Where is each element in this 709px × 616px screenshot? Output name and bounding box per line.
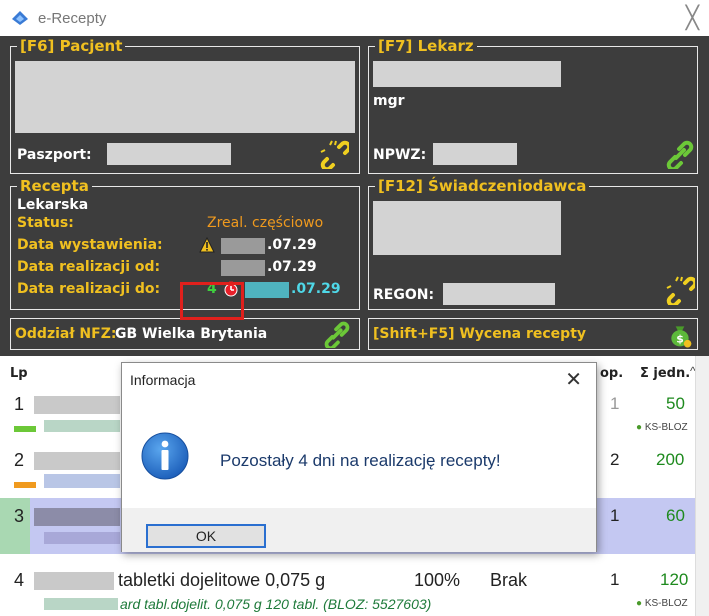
- drug-details: ard tabl.dojelit. 0,075 g 120 tabl. (BLO…: [120, 596, 432, 612]
- drug-form: tabletki dojelitowe 0,075 g: [118, 570, 326, 590]
- money-bag-icon[interactable]: $: [667, 322, 693, 348]
- row-lp: 3: [14, 506, 25, 526]
- provider-name-redacted: [373, 201, 561, 255]
- window-titlebar: e-Recepty ╳: [0, 0, 709, 36]
- prescription-legend: Recepta: [17, 177, 92, 195]
- info-dialog: Informacja ✕ Pozostały 4 dni na realizac…: [121, 362, 597, 552]
- link-chain-icon[interactable]: [665, 275, 695, 305]
- row-lp: 2: [14, 450, 25, 470]
- row-units: 200: [656, 450, 685, 469]
- dialog-close-button[interactable]: ✕: [565, 367, 582, 392]
- doctor-legend[interactable]: [F7] Lekarz: [375, 37, 477, 55]
- dialog-message: Pozostały 4 dni na realizację recepty!: [220, 451, 501, 470]
- nfz-branch-bar[interactable]: Oddział NFZ: GB Wielka Brytania: [10, 318, 360, 350]
- pill-icon: ●: [636, 598, 643, 609]
- drug-name-redacted: [34, 452, 120, 470]
- row-lp: 1: [14, 394, 25, 414]
- nfz-value: GB Wielka Brytania: [115, 326, 268, 342]
- valid-from-label: Data realizacji od:: [17, 259, 161, 275]
- dialog-title: Informacja: [130, 372, 196, 388]
- vertical-scrollbar[interactable]: [695, 356, 709, 616]
- drug-name-redacted: [34, 508, 120, 526]
- table-row[interactable]: 4 tabletki dojelitowe 0,075 g 100% Brak …: [0, 560, 695, 616]
- provider-legend[interactable]: [F12] Świadczeniodawca: [375, 177, 590, 195]
- row-units: 60: [666, 506, 685, 525]
- provider-panel[interactable]: [F12] Świadczeniodawca REGON:: [368, 177, 698, 310]
- window-close-button[interactable]: ╳: [686, 6, 699, 31]
- ok-button[interactable]: OK: [146, 524, 266, 548]
- column-header-op[interactable]: op.: [600, 366, 623, 381]
- column-header-lp[interactable]: Lp: [10, 366, 28, 381]
- pricing-label[interactable]: [Shift+F5] Wycena recepty: [373, 326, 586, 342]
- drug-details-redacted: [44, 420, 120, 432]
- issued-year-redacted: [221, 238, 265, 254]
- ks-bloz-tag: ● KS-BLOZ: [636, 598, 688, 609]
- status-strip: [14, 482, 36, 488]
- npwz-value-redacted: [433, 143, 517, 165]
- patient-legend[interactable]: [F6] Pacjent: [17, 37, 126, 55]
- pill-icon: ●: [636, 422, 643, 433]
- drug-details-redacted: [44, 598, 118, 610]
- window-title: e-Recepty: [38, 10, 107, 27]
- pricing-bar[interactable]: [Shift+F5] Wycena recepty $: [368, 318, 698, 350]
- patient-panel[interactable]: [F6] Pacjent Paszport:: [10, 37, 360, 174]
- refund-percent: 100%: [414, 570, 461, 590]
- row-op: 2: [610, 450, 620, 469]
- patient-name-redacted: [15, 61, 355, 133]
- row-lp: 4: [14, 570, 25, 590]
- doctor-title-prefix: mgr: [373, 93, 405, 109]
- svg-text:$: $: [676, 333, 684, 346]
- status-label: Status:: [17, 215, 74, 231]
- valid-from-value: .07.29: [267, 259, 317, 275]
- from-year-redacted: [221, 260, 265, 276]
- npwz-label: NPWZ:: [373, 147, 427, 163]
- availability-status: Brak: [490, 570, 528, 590]
- drug-details-redacted: [44, 532, 120, 544]
- information-icon: [141, 432, 189, 480]
- ks-bloz-tag: ● KS-BLOZ: [636, 422, 688, 433]
- doctor-panel[interactable]: [F7] Lekarz mgr NPWZ:: [368, 37, 698, 174]
- app-logo-icon: [12, 11, 28, 25]
- link-chain-icon[interactable]: [319, 139, 349, 169]
- row-op: 1: [610, 394, 620, 413]
- nfz-label: Oddział NFZ:: [15, 326, 117, 342]
- drug-details-redacted: [44, 474, 120, 488]
- prescription-header-area: [F6] Pacjent Paszport: [F7] Lekarz mgr N…: [0, 36, 709, 356]
- issued-date-value: .07.29: [267, 237, 317, 253]
- status-strip: [14, 426, 36, 432]
- passport-label: Paszport:: [17, 147, 92, 163]
- link-chain-icon[interactable]: [665, 139, 695, 169]
- link-chain-icon[interactable]: [323, 320, 351, 348]
- to-year-redacted: [245, 282, 289, 298]
- row-units: 50: [666, 394, 685, 413]
- ks-bloz-label: KS-BLOZ: [644, 422, 688, 433]
- drug-name-redacted: [34, 396, 120, 414]
- ks-bloz-label: KS-BLOZ: [644, 598, 688, 609]
- warning-icon: [199, 237, 215, 253]
- drug-name-redacted: [34, 572, 114, 590]
- regon-value-redacted: [443, 283, 555, 305]
- row-op: 1: [610, 570, 620, 589]
- doctor-name-redacted: [373, 61, 561, 87]
- prescription-type: Lekarska: [17, 197, 89, 213]
- issued-date-label: Data wystawienia:: [17, 237, 163, 253]
- status-value: Zreal. częściowo: [207, 215, 324, 231]
- row-op: 1: [610, 506, 620, 525]
- valid-to-value: .07.29: [291, 281, 341, 297]
- highlight-annotation: [180, 282, 244, 320]
- regon-label: REGON:: [373, 287, 435, 303]
- passport-value-redacted: [107, 143, 231, 165]
- column-header-units[interactable]: Σ jedn.: [640, 366, 690, 381]
- row-units: 120: [660, 570, 689, 589]
- valid-to-label: Data realizacji do:: [17, 281, 161, 297]
